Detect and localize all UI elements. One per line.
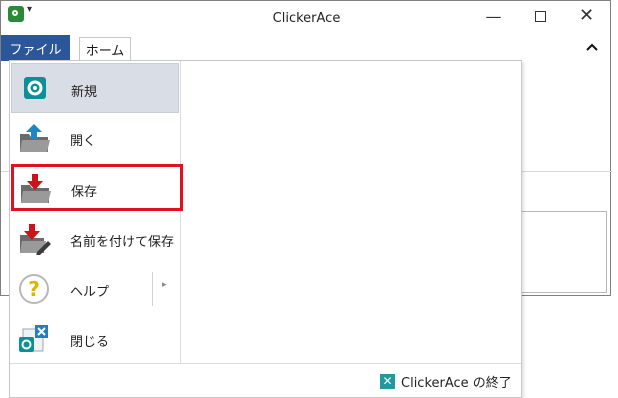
minimize-icon: — xyxy=(485,6,502,26)
close-window-button[interactable]: ✕ xyxy=(564,1,609,31)
minimize-button[interactable]: — xyxy=(471,1,516,31)
exit-app-button[interactable]: ✕ ClickerAce の終了 xyxy=(380,369,512,393)
menu-item-label: ヘルプ xyxy=(70,285,110,300)
app-new-icon xyxy=(18,73,52,105)
maximize-button[interactable] xyxy=(518,1,563,31)
menu-item-label: 名前を付けて保存 xyxy=(70,235,175,250)
menu-item-help[interactable]: ? ヘルプ ▸ xyxy=(11,264,179,314)
open-folder-icon xyxy=(17,122,51,154)
exit-icon: ✕ xyxy=(380,373,395,389)
menu-item-new[interactable]: 新規 xyxy=(11,63,179,113)
collapse-ribbon-icon[interactable] xyxy=(586,39,598,55)
menu-footer-divider xyxy=(10,363,521,364)
menu-item-label: 閉じる xyxy=(70,335,110,350)
file-backstage-menu: 新規 開く 保存 名前を付けて保存 ? ヘルプ ▸ 閉じる ✕ ClickerA… xyxy=(9,60,522,398)
save-as-icon xyxy=(17,223,51,256)
save-folder-icon xyxy=(18,173,52,205)
menu-item-open[interactable]: 開く xyxy=(11,113,179,163)
menu-item-close[interactable]: 閉じる xyxy=(11,314,179,364)
menu-item-label: 開く xyxy=(70,134,97,149)
tab-home[interactable]: ホーム xyxy=(79,37,131,61)
svg-text:?: ? xyxy=(28,277,40,301)
menu-divider xyxy=(180,61,181,363)
menu-item-label: 保存 xyxy=(71,185,98,200)
exit-label: ClickerAce の終了 xyxy=(401,375,512,391)
menu-item-label: 新規 xyxy=(71,85,98,100)
menu-item-save[interactable]: 保存 xyxy=(11,164,183,211)
tab-file[interactable]: ファイル xyxy=(1,35,70,61)
maximize-icon xyxy=(535,10,546,22)
menu-item-save-as[interactable]: 名前を付けて保存 xyxy=(11,214,179,264)
close-icon: ✕ xyxy=(578,5,595,26)
submenu-arrow-icon[interactable]: ▸ xyxy=(162,280,167,290)
help-icon: ? xyxy=(17,273,51,305)
title-bar: ▾ ClickerAce — ✕ xyxy=(1,1,612,35)
submenu-separator xyxy=(152,272,153,306)
close-document-icon xyxy=(17,323,51,355)
